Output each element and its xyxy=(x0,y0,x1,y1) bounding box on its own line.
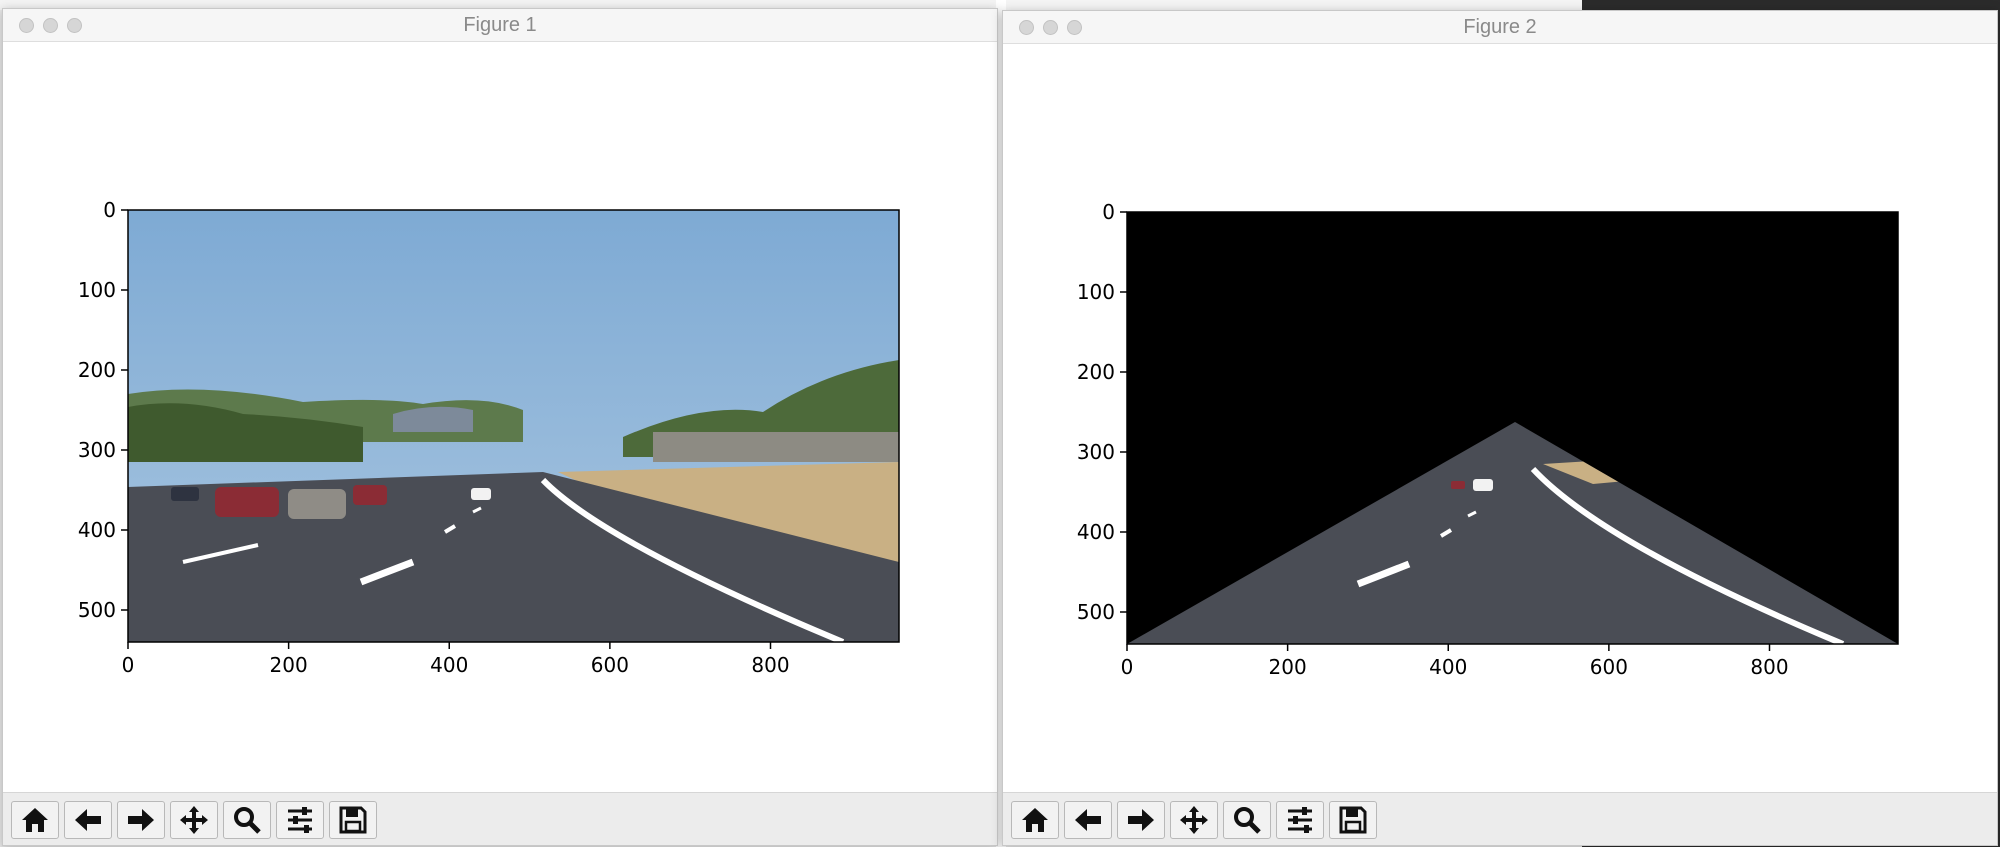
back-arrow-icon xyxy=(1075,809,1101,831)
minimize-window-button[interactable] xyxy=(43,18,58,33)
figure-canvas[interactable]: 0 200 400 600 800 0 100 200 300 400 500 xyxy=(1003,44,1997,796)
figure-canvas[interactable]: 0 200 400 600 800 0 100 200 300 400 500 xyxy=(3,42,997,794)
x-tick-label: 600 xyxy=(591,653,629,677)
home-icon xyxy=(1022,808,1048,832)
x-tick-label: 200 xyxy=(270,653,308,677)
configure-subplots-button[interactable] xyxy=(1276,801,1324,839)
forward-arrow-icon xyxy=(128,809,154,831)
window-titlebar[interactable]: Figure 2 xyxy=(1003,11,1997,44)
zoom-magnifier-icon xyxy=(234,807,261,834)
sliders-icon xyxy=(1288,807,1312,833)
back-button[interactable] xyxy=(64,801,112,839)
window-titlebar[interactable]: Figure 1 xyxy=(3,9,997,42)
close-window-button[interactable] xyxy=(19,18,34,33)
forward-arrow-icon xyxy=(1128,809,1154,831)
home-icon xyxy=(22,808,48,832)
road-image xyxy=(128,210,899,642)
close-window-button[interactable] xyxy=(1019,20,1034,35)
save-button[interactable] xyxy=(329,801,377,839)
y-tick-label: 500 xyxy=(78,598,116,622)
y-tick-label: 400 xyxy=(1077,520,1115,544)
plot-svg: 0 200 400 600 800 0 100 200 300 400 500 xyxy=(78,198,900,677)
navigation-toolbar xyxy=(1003,792,1997,845)
save-floppy-icon xyxy=(339,806,367,834)
y-tick-label: 100 xyxy=(78,278,116,302)
y-tick-label: 200 xyxy=(1077,360,1115,384)
y-tick-label: 200 xyxy=(78,358,116,382)
zoom-button[interactable] xyxy=(1223,801,1271,839)
x-tick-label: 400 xyxy=(1429,655,1467,679)
x-tick-label: 0 xyxy=(1121,655,1134,679)
save-floppy-icon xyxy=(1339,806,1367,834)
zoom-button[interactable] xyxy=(223,801,271,839)
x-tick-label: 800 xyxy=(751,653,789,677)
back-button[interactable] xyxy=(1064,801,1112,839)
back-arrow-icon xyxy=(75,809,101,831)
pan-button[interactable] xyxy=(170,801,218,839)
x-tick-label: 600 xyxy=(1590,655,1628,679)
zoom-window-button[interactable] xyxy=(67,18,82,33)
y-tick-label: 500 xyxy=(1077,600,1115,624)
zoom-magnifier-icon xyxy=(1234,807,1261,834)
y-tick-label: 300 xyxy=(1077,440,1115,464)
y-tick-label: 0 xyxy=(103,198,116,222)
window-title: Figure 1 xyxy=(463,14,537,36)
window-title: Figure 2 xyxy=(1463,16,1537,38)
x-tick-label: 0 xyxy=(122,653,135,677)
pan-move-icon xyxy=(1180,806,1208,834)
minimize-window-button[interactable] xyxy=(1043,20,1058,35)
y-tick-label: 400 xyxy=(78,518,116,542)
pan-button[interactable] xyxy=(1170,801,1218,839)
configure-subplots-button[interactable] xyxy=(276,801,324,839)
y-tick-label: 100 xyxy=(1077,280,1115,304)
masked-road-image xyxy=(1127,212,1898,644)
home-button[interactable] xyxy=(1011,801,1059,839)
navigation-toolbar xyxy=(3,792,997,845)
sliders-icon xyxy=(288,807,312,833)
pan-move-icon xyxy=(180,806,208,834)
y-tick-label: 300 xyxy=(78,438,116,462)
x-tick-label: 800 xyxy=(1750,655,1788,679)
x-tick-label: 200 xyxy=(1269,655,1307,679)
figure-window-2: Figure 2 0 200 400 600 800 0 100 200 300… xyxy=(1002,10,1998,846)
x-tick-label: 400 xyxy=(430,653,468,677)
save-button[interactable] xyxy=(1329,801,1377,839)
forward-button[interactable] xyxy=(1117,801,1165,839)
home-button[interactable] xyxy=(11,801,59,839)
y-tick-label: 0 xyxy=(1102,200,1115,224)
plot-svg: 0 200 400 600 800 0 100 200 300 400 500 xyxy=(1077,200,1899,679)
zoom-window-button[interactable] xyxy=(1067,20,1082,35)
figure-window-1: Figure 1 0 200 400 600 800 0 100 200 300… xyxy=(2,8,998,846)
forward-button[interactable] xyxy=(117,801,165,839)
